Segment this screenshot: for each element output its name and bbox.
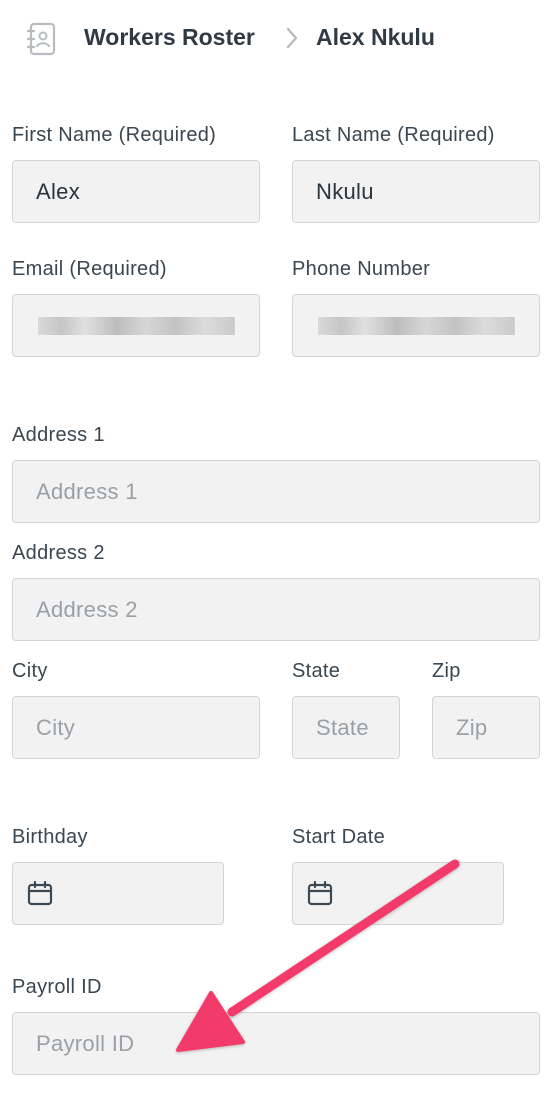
start-date-label: Start Date xyxy=(292,826,386,848)
phone-label: Phone Number xyxy=(292,258,431,280)
birthday-date-picker[interactable] xyxy=(12,862,224,925)
city-label: City xyxy=(12,660,48,682)
state-label: State xyxy=(292,660,341,682)
birthday-label: Birthday xyxy=(12,826,88,848)
start-date-picker[interactable] xyxy=(292,862,504,925)
email-label: Email (Required) xyxy=(12,258,167,280)
address1-label: Address 1 xyxy=(12,424,105,446)
address2-input[interactable] xyxy=(12,578,540,641)
first-name-input[interactable] xyxy=(12,160,260,223)
payroll-id-label: Payroll ID xyxy=(12,976,102,998)
zip-label: Zip xyxy=(432,660,461,682)
phone-input[interactable] xyxy=(292,294,540,357)
breadcrumb-current: Alex Nkulu xyxy=(316,24,435,50)
contact-book-icon xyxy=(26,22,58,56)
address1-input[interactable] xyxy=(12,460,540,523)
calendar-icon xyxy=(27,880,53,907)
address2-label: Address 2 xyxy=(12,542,105,564)
last-name-input[interactable] xyxy=(292,160,540,223)
last-name-label: Last Name (Required) xyxy=(292,124,495,146)
first-name-label: First Name (Required) xyxy=(12,124,217,146)
city-input[interactable] xyxy=(12,696,260,759)
zip-input[interactable] xyxy=(432,696,540,759)
email-input[interactable] xyxy=(12,294,260,357)
state-input[interactable] xyxy=(292,696,400,759)
calendar-icon xyxy=(307,880,333,907)
breadcrumb-workers-roster[interactable]: Workers Roster xyxy=(84,24,255,51)
chevron-right-icon xyxy=(282,25,302,51)
payroll-id-input[interactable] xyxy=(12,1012,540,1075)
